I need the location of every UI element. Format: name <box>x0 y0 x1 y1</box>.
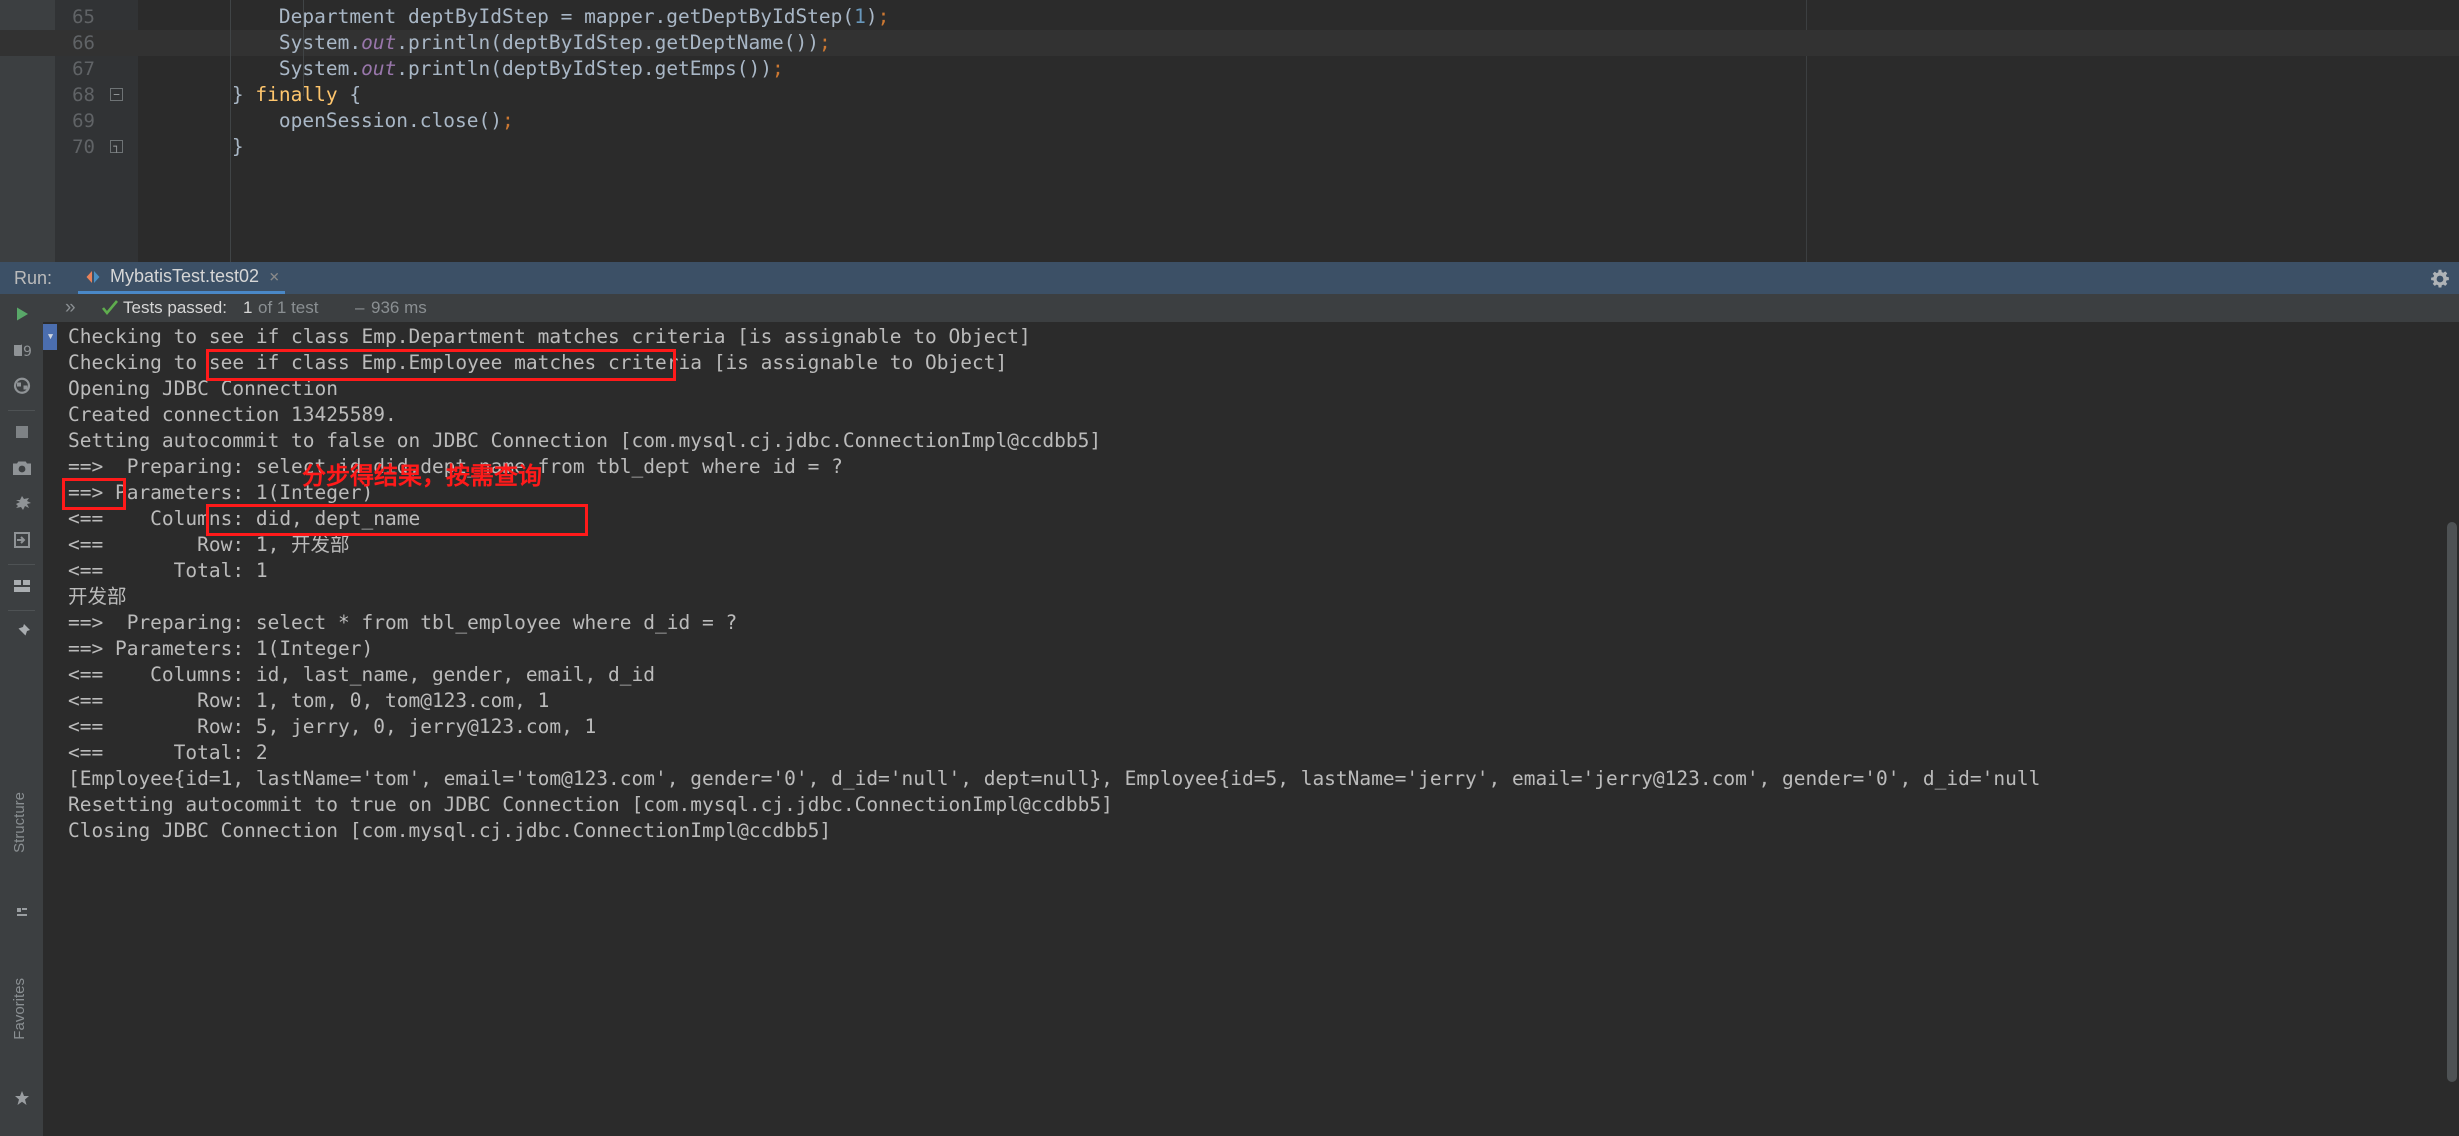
code-line[interactable] <box>0 134 2459 160</box>
ide-window: 65 Department deptByIdStep = mapper.getD… <box>0 0 2459 1136</box>
run-toolwindow-header <box>0 262 2459 294</box>
tests-passed-label: Tests passed: <box>123 298 227 317</box>
code-line-text: Department deptByIdStep = mapper.getDept… <box>138 5 890 28</box>
structure-icon[interactable] <box>8 898 36 926</box>
stop-icon[interactable] <box>8 418 36 446</box>
console-line[interactable]: Created connection 13425589. <box>68 402 397 428</box>
console-line[interactable]: <== Columns: id, last_name, gender, emai… <box>68 662 655 688</box>
rerun-failed-icon[interactable]: 9 <box>8 336 36 364</box>
console-line[interactable]: ==> Preparing: select * from tbl_employe… <box>68 610 737 636</box>
console-line[interactable]: <== Row: 1, 开发部 <box>68 532 350 558</box>
line-number: 69 <box>72 110 95 132</box>
code-line[interactable] <box>0 82 2459 108</box>
line-number: 68 <box>72 84 95 106</box>
console-output[interactable]: Checking to see if class Emp.Department … <box>43 322 2459 1136</box>
code-line-text: openSession.close(); <box>138 109 514 132</box>
console-line[interactable]: <== Total: 2 <box>68 740 268 766</box>
console-line[interactable]: Closing JDBC Connection [com.mysql.cj.jd… <box>68 818 831 844</box>
status-separator: – <box>355 298 365 317</box>
pin-icon[interactable] <box>8 618 36 646</box>
indent-guide <box>230 0 231 262</box>
console-line[interactable]: ==> Parameters: 1(Integer) <box>68 636 373 662</box>
expand-all-icon[interactable]: » <box>65 294 76 322</box>
export-camera-icon[interactable] <box>8 454 36 482</box>
filter-bug-icon[interactable] <box>8 490 36 518</box>
code-line-text: } finally { <box>138 83 362 106</box>
tests-passed-count: 1 <box>243 298 253 317</box>
console-line[interactable]: Setting autocommit to false on JDBC Conn… <box>68 428 1101 454</box>
run-toolbar: 9 Structure Favorites <box>0 294 43 1136</box>
toolwindow-favorites-label[interactable]: Favorites <box>11 978 28 1040</box>
indent-guide <box>303 0 304 96</box>
test-run-config-icon <box>84 268 102 286</box>
tests-total-label: of 1 test <box>258 298 319 317</box>
code-editor[interactable]: 65 Department deptByIdStep = mapper.getD… <box>0 0 2459 262</box>
toolbar-divider-3 <box>8 610 35 611</box>
rerun-auto-icon[interactable] <box>8 372 36 400</box>
console-line[interactable]: Opening JDBC Connection <box>68 376 338 402</box>
layout-icon[interactable] <box>8 572 36 600</box>
gear-icon[interactable] <box>2429 268 2451 290</box>
toolwindow-structure-label[interactable]: Structure <box>11 792 28 853</box>
console-line[interactable]: <== Columns: did, dept_name <box>68 506 420 532</box>
line-number: 70 <box>72 136 95 158</box>
code-line-text: System.out.println(deptByIdStep.getEmps(… <box>138 57 784 80</box>
import-icon[interactable] <box>8 526 36 554</box>
line-number: 67 <box>72 58 95 80</box>
code-line-text: } <box>138 135 244 158</box>
rerun-play-icon[interactable] <box>8 300 36 328</box>
console-line[interactable]: <== Row: 5, jerry, 0, jerry@123.com, 1 <box>68 714 596 740</box>
console-line[interactable]: 开发部 <box>68 584 127 610</box>
test-duration: 936 ms <box>371 298 427 317</box>
run-tab-mybatistest[interactable]: MybatisTest.test02 × <box>78 262 286 294</box>
toolbar-divider-2 <box>8 564 35 565</box>
console-line[interactable]: Checking to see if class Emp.Department … <box>68 324 1031 350</box>
svg-text:9: 9 <box>23 344 32 360</box>
chevron-down-icon[interactable]: ▾ <box>45 324 56 350</box>
console-scrollbar-thumb[interactable] <box>2447 522 2457 1082</box>
fold-marker-icon[interactable]: − <box>110 88 123 101</box>
line-number: 66 <box>72 32 95 54</box>
fold-marker-icon[interactable]: ┐ <box>110 140 123 153</box>
console-scrollbar-track[interactable] <box>2445 322 2459 1136</box>
console-line[interactable]: <== Total: 1 <box>68 558 268 584</box>
console-line[interactable]: Resetting autocommit to true on JDBC Con… <box>68 792 1113 818</box>
toolbar-divider <box>8 410 35 411</box>
annotation-note: 分步得结果，按需查询 <box>302 463 542 490</box>
run-label: Run: <box>14 268 53 288</box>
favorites-star-icon[interactable] <box>8 1084 36 1112</box>
console-line[interactable]: <== Row: 1, tom, 0, tom@123.com, 1 <box>68 688 549 714</box>
close-icon[interactable]: × <box>269 267 279 287</box>
line-number: 65 <box>72 6 95 28</box>
test-passed-check-icon <box>101 298 119 322</box>
console-line[interactable]: Checking to see if class Emp.Employee ma… <box>68 350 1007 376</box>
test-status-bar: » Tests passed: 1 of 1 test – 936 ms <box>43 294 2459 322</box>
code-line-text: System.out.println(deptByIdStep.getDeptN… <box>138 31 831 54</box>
console-line[interactable]: [Employee{id=1, lastName='tom', email='t… <box>68 766 2040 792</box>
run-tab-label: MybatisTest.test02 <box>110 266 260 286</box>
